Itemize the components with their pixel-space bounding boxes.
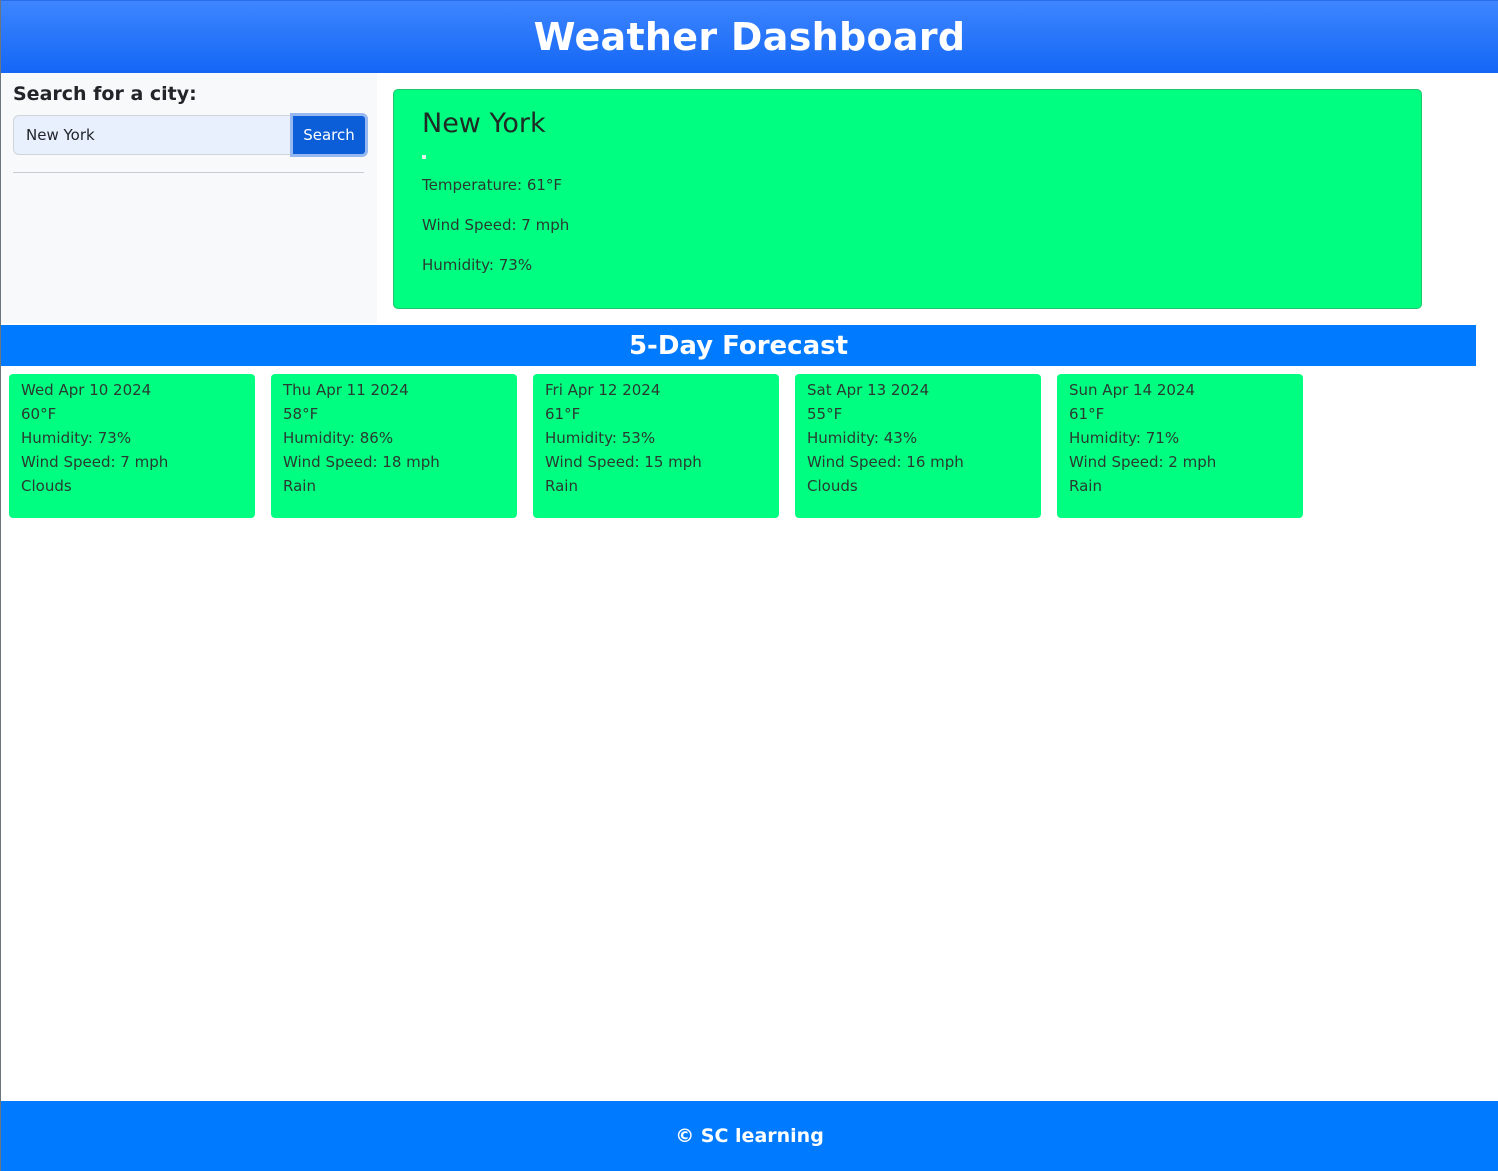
forecast-wind: Wind Speed: 16 mph: [807, 453, 964, 471]
forecast-card: Sat Apr 13 2024 55°F Humidity: 43% Wind …: [795, 374, 1041, 518]
current-temperature: Temperature: 61°F: [422, 176, 563, 194]
forecast-temp: 61°F: [545, 405, 581, 423]
page-header: Weather Dashboard: [1, 0, 1498, 73]
forecast-condition: Clouds: [21, 477, 72, 495]
current-wind-speed: Wind Speed: 7 mph: [422, 216, 570, 234]
forecast-wind: Wind Speed: 7 mph: [21, 453, 169, 471]
weather-icon: [422, 155, 426, 159]
forecast-temp: 58°F: [283, 405, 319, 423]
forecast-date: Sat Apr 13 2024: [807, 381, 930, 399]
forecast-card: Wed Apr 10 2024 60°F Humidity: 73% Wind …: [9, 374, 255, 518]
forecast-humidity: Humidity: 86%: [283, 429, 394, 447]
city-search-input[interactable]: [13, 115, 290, 155]
forecast-card: Sun Apr 14 2024 61°F Humidity: 71% Wind …: [1057, 374, 1303, 518]
forecast-humidity: Humidity: 53%: [545, 429, 656, 447]
forecast-card: Thu Apr 11 2024 58°F Humidity: 86% Wind …: [271, 374, 517, 518]
forecast-condition: Rain: [545, 477, 578, 495]
search-form: Search: [13, 113, 368, 157]
forecast-humidity: Humidity: 73%: [21, 429, 132, 447]
current-city-name: New York: [422, 108, 546, 139]
current-humidity: Humidity: 73%: [422, 256, 533, 274]
forecast-condition: Clouds: [807, 477, 858, 495]
forecast-condition: Rain: [1069, 477, 1102, 495]
search-heading: Search for a city:: [13, 83, 197, 105]
forecast-date: Wed Apr 10 2024: [21, 381, 152, 399]
footer-copyright: © SC learning: [675, 1125, 824, 1147]
forecast-date: Sun Apr 14 2024: [1069, 381, 1196, 399]
forecast-date: Fri Apr 12 2024: [545, 381, 661, 399]
page-footer: © SC learning: [1, 1101, 1498, 1171]
forecast-temp: 60°F: [21, 405, 57, 423]
forecast-humidity: Humidity: 43%: [807, 429, 918, 447]
page-title: Weather Dashboard: [533, 15, 966, 59]
search-history-divider: [13, 172, 364, 173]
search-sidebar: Search for a city: Search: [1, 73, 377, 323]
forecast-condition: Rain: [283, 477, 316, 495]
forecast-wind: Wind Speed: 2 mph: [1069, 453, 1217, 471]
forecast-list: Wed Apr 10 2024 60°F Humidity: 73% Wind …: [9, 374, 1303, 518]
forecast-date: Thu Apr 11 2024: [283, 381, 409, 399]
forecast-heading: 5-Day Forecast: [628, 330, 849, 361]
forecast-temp: 61°F: [1069, 405, 1105, 423]
forecast-temp: 55°F: [807, 405, 843, 423]
forecast-banner: 5-Day Forecast: [1, 325, 1476, 366]
forecast-card: Fri Apr 12 2024 61°F Humidity: 53% Wind …: [533, 374, 779, 518]
forecast-wind: Wind Speed: 18 mph: [283, 453, 440, 471]
forecast-wind: Wind Speed: 15 mph: [545, 453, 702, 471]
search-button[interactable]: Search: [290, 113, 368, 157]
current-weather-card: New York Temperature: 61°F Wind Speed: 7…: [393, 89, 1422, 309]
forecast-humidity: Humidity: 71%: [1069, 429, 1180, 447]
